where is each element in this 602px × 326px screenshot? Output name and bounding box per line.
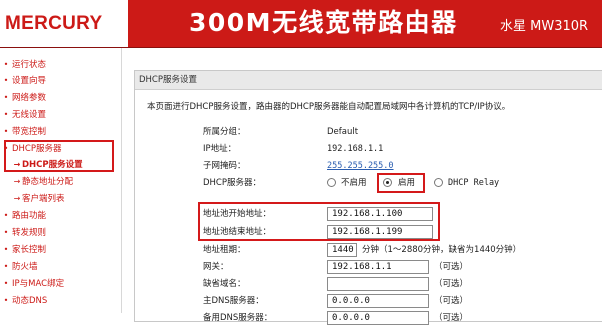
radio-enable[interactable] xyxy=(383,178,392,187)
row-dhcp-server: DHCP服务器： 不启用 启用 DHCP Relay xyxy=(135,173,602,193)
gateway-input[interactable]: 192.168.1.1 xyxy=(327,260,429,274)
bullet-icon: • xyxy=(3,279,9,288)
mask-label: 子网掩码： xyxy=(203,161,246,171)
sidebar-nav: • 运行状态 • 设置向导 • 网络参数 • 无线设置 • 带宽控制 • DHCP服务器 →… xyxy=(0,48,122,313)
nav-item-bandwidth[interactable]: • 带宽控制 xyxy=(0,126,46,138)
row-lease: 地址租期： 1440 分钟（1～2880分钟，缺省为1440分钟） xyxy=(135,242,602,258)
bullet-icon: • xyxy=(3,127,9,136)
nav-item-ddns[interactable]: • 动态DNS xyxy=(0,295,48,307)
bullet-icon: • xyxy=(3,262,9,271)
app-header: MERCURY 300M无线宽带路由器 水星 MW310R xyxy=(0,0,602,48)
ip-label: IP地址： xyxy=(203,144,237,154)
panel-title: DHCP服务设置 xyxy=(135,71,602,90)
domain-hint: （可选） xyxy=(434,279,469,289)
radio-disable[interactable] xyxy=(327,178,336,187)
nav-item-client-list[interactable]: → 客户端列表 xyxy=(12,193,65,205)
dhcp-server-label: DHCP服务器： xyxy=(203,178,261,188)
row-pool-end: 地址池结束地址： 192.168.1.199 xyxy=(135,224,602,240)
row-domain: 缺省域名： （可选） xyxy=(135,276,602,292)
bullet-icon: • xyxy=(3,228,9,237)
row-gateway: 网关： 192.168.1.1 （可选） xyxy=(135,259,602,275)
arrow-icon: → xyxy=(13,194,21,203)
domain-input[interactable] xyxy=(327,277,429,291)
dns2-hint: （可选） xyxy=(434,313,469,323)
dns2-input[interactable]: 0.0.0.0 xyxy=(327,311,429,325)
bullet-icon: • xyxy=(3,144,9,153)
dns1-hint: （可选） xyxy=(434,296,469,306)
pool-end-input[interactable]: 192.168.1.199 xyxy=(327,225,433,239)
main-content: DHCP服务设置 本页面进行DHCP服务设置，路由器的DHCP服务器能自动配置局… xyxy=(122,48,602,325)
bullet-icon: • xyxy=(3,296,9,305)
group-label: 所属分组： xyxy=(203,127,246,137)
dhcp-settings-panel: DHCP服务设置 本页面进行DHCP服务设置，路由器的DHCP服务器能自动配置局… xyxy=(134,70,602,325)
nav-item-ip-mac[interactable]: • IP与MAC绑定 xyxy=(0,278,64,290)
logo-area: MERCURY xyxy=(0,0,128,47)
domain-label: 缺省域名： xyxy=(203,279,246,289)
row-dns1: 主DNS服务器： 0.0.0.0 （可选） xyxy=(135,293,602,309)
model-name: 水星 MW310R xyxy=(500,19,589,34)
nav-item-wizard[interactable]: • 设置向导 xyxy=(0,75,46,87)
bullet-icon: • xyxy=(3,60,9,69)
radio-dhcp-relay-label: DHCP Relay xyxy=(448,178,500,188)
gateway-label: 网关： xyxy=(203,262,229,272)
nav-item-static-address[interactable]: → 静态地址分配 xyxy=(12,176,73,188)
row-mask: 子网掩码： 255.255.255.0 xyxy=(135,158,602,174)
page-description: 本页面进行DHCP服务设置，路由器的DHCP服务器能自动配置局域网中各计算机的T… xyxy=(147,102,511,112)
arrow-icon: → xyxy=(13,160,21,169)
mask-link[interactable]: 255.255.255.0 xyxy=(327,158,394,174)
ip-value: 192.168.1.1 xyxy=(327,144,384,154)
nav-item-dhcp-settings[interactable]: → DHCP服务设置 xyxy=(12,159,83,171)
arrow-icon: → xyxy=(13,177,21,186)
pool-end-label: 地址池结束地址： xyxy=(203,227,272,237)
bullet-icon: • xyxy=(3,245,9,254)
radio-disable-label: 不启用 xyxy=(341,178,367,188)
product-title: 300M无线宽带路由器 xyxy=(189,8,458,37)
nav-item-parental[interactable]: • 家长控制 xyxy=(0,244,46,256)
gateway-hint: （可选） xyxy=(434,262,469,272)
bullet-icon: • xyxy=(3,93,9,102)
nav-item-dhcp[interactable]: • DHCP服务器 xyxy=(0,143,62,155)
nav-item-firewall[interactable]: • 防火墙 xyxy=(0,261,38,273)
dns2-label: 备用DNS服务器： xyxy=(203,313,273,323)
mercury-logo: MERCURY xyxy=(5,13,103,34)
pool-start-label: 地址池开始地址： xyxy=(203,209,272,219)
nav-item-forwarding[interactable]: • 转发规则 xyxy=(0,227,46,239)
row-dns2: 备用DNS服务器： 0.0.0.0 （可选） xyxy=(135,310,602,326)
dns1-label: 主DNS服务器： xyxy=(203,296,264,306)
pool-start-input[interactable]: 192.168.1.100 xyxy=(327,207,433,221)
row-pool-start: 地址池开始地址： 192.168.1.100 xyxy=(135,206,602,222)
row-ip: IP地址： 192.168.1.1 xyxy=(135,141,602,157)
row-group: 所属分组： Default xyxy=(135,124,602,140)
bullet-icon: • xyxy=(3,76,9,85)
lease-input[interactable]: 1440 xyxy=(327,243,357,257)
nav-item-wireless[interactable]: • 无线设置 xyxy=(0,109,46,121)
lease-label: 地址租期： xyxy=(203,245,246,255)
radio-enable-label: 启用 xyxy=(398,178,416,188)
nav-item-network[interactable]: • 网络参数 xyxy=(0,92,46,104)
bullet-icon: • xyxy=(3,110,9,119)
nav-item-status[interactable]: • 运行状态 xyxy=(0,59,46,71)
radio-dhcp-relay[interactable] xyxy=(434,178,443,187)
group-value: Default xyxy=(327,127,359,137)
lease-hint: 分钟（1～2880分钟，缺省为1440分钟） xyxy=(362,245,522,255)
bullet-icon: • xyxy=(3,211,9,220)
nav-item-routing[interactable]: • 路由功能 xyxy=(0,210,46,222)
dns1-input[interactable]: 0.0.0.0 xyxy=(327,294,429,308)
